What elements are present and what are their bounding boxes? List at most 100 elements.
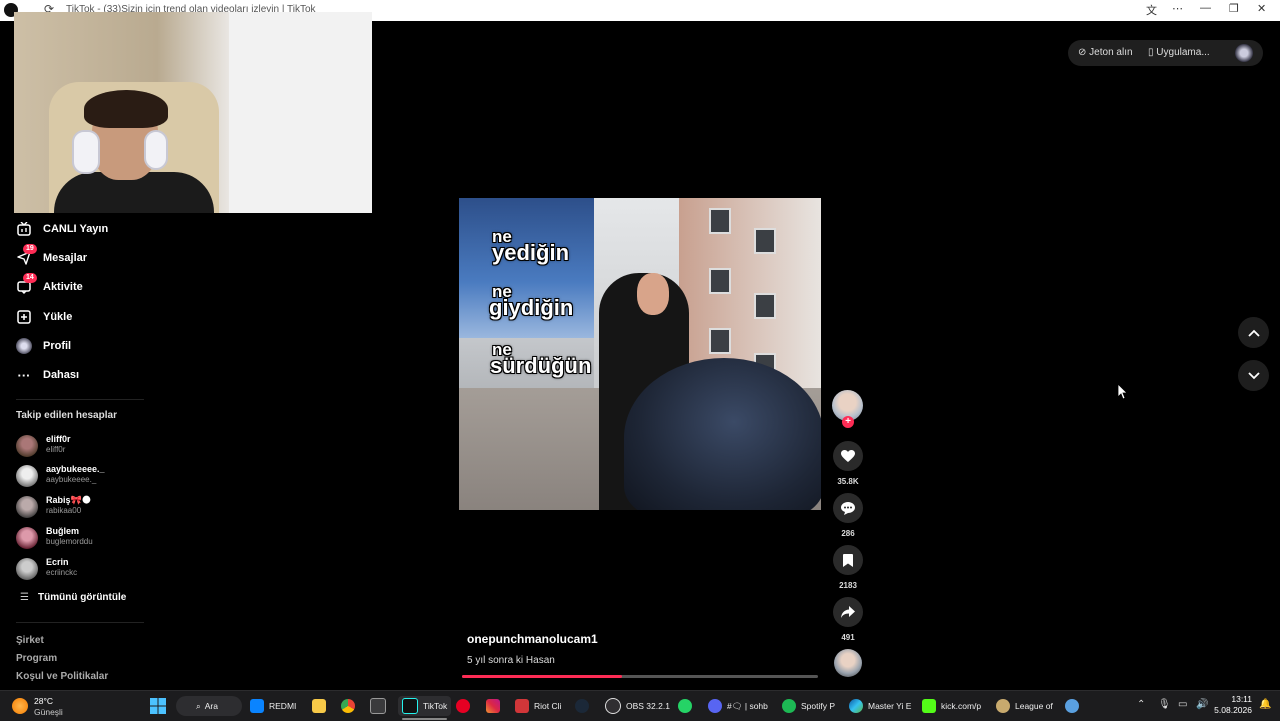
sidebar-item-profile[interactable]: Profil bbox=[16, 335, 71, 357]
phone-icon: ▯ bbox=[1148, 47, 1154, 58]
sun-icon bbox=[12, 698, 28, 714]
restore-icon[interactable]: ❐ bbox=[1229, 2, 1239, 15]
taskbar-app-edge[interactable]: Master Yi E bbox=[849, 696, 911, 716]
sidebar-divider bbox=[16, 399, 144, 400]
taskbar-app-tiktok[interactable]: TikTok bbox=[398, 696, 452, 720]
video-player[interactable]: ne yediğin ne giydiğin ne sürdüğün bbox=[459, 198, 821, 510]
taskbar-app-redmi[interactable]: REDMI bbox=[250, 696, 296, 716]
pinterest-icon bbox=[456, 699, 470, 713]
avatar bbox=[16, 496, 38, 518]
avatar bbox=[16, 527, 38, 549]
taskbar-file-explorer[interactable] bbox=[312, 696, 331, 716]
comment-button[interactable] bbox=[833, 493, 863, 523]
sidebar-item-label: Mesajlar bbox=[43, 252, 88, 264]
get-app-label: Uygulama... bbox=[1156, 47, 1210, 58]
app-label: Riot Cli bbox=[534, 701, 562, 711]
see-all-link[interactable]: ☰ Tümünü görüntüle bbox=[20, 592, 126, 603]
microphone-icon[interactable]: 🎙 bbox=[1158, 699, 1171, 710]
following-account[interactable]: Rabiş🎀🌑 rabikaa00 bbox=[16, 494, 146, 522]
sidebar-item-upload[interactable]: Yükle bbox=[16, 306, 72, 328]
folder-icon bbox=[312, 699, 326, 713]
taskbar-instagram[interactable] bbox=[486, 696, 505, 716]
account-handle: eliff0r bbox=[46, 445, 66, 454]
video-author[interactable]: onepunchmanolucam1 bbox=[467, 632, 598, 646]
share-arrow-icon bbox=[841, 606, 855, 618]
following-account[interactable]: eliff0r eliff0r bbox=[16, 433, 146, 461]
app-label: Spotify P bbox=[801, 701, 836, 711]
taskbar-pinterest[interactable] bbox=[456, 696, 475, 716]
following-account[interactable]: Buğlem buglemorddu bbox=[16, 525, 146, 553]
volume-icon[interactable]: 🔊 bbox=[1196, 699, 1208, 710]
notification-bell-icon[interactable]: 🔔 bbox=[1259, 699, 1271, 710]
app-label: #🗨 | sohb bbox=[727, 700, 768, 711]
footer-link-company[interactable]: Şirket bbox=[16, 635, 44, 646]
avatar bbox=[16, 465, 38, 487]
taskbar-app-riot[interactable]: Riot Cli bbox=[515, 696, 561, 716]
search-label: Ara bbox=[204, 701, 218, 711]
user-avatar[interactable] bbox=[1235, 44, 1253, 62]
like-button[interactable] bbox=[833, 441, 863, 471]
league-icon bbox=[996, 699, 1010, 713]
taskbar-search[interactable]: ⌕ Ara bbox=[176, 696, 242, 716]
taskbar-store[interactable] bbox=[370, 696, 391, 716]
store-icon bbox=[370, 698, 386, 714]
get-app-button[interactable]: ▯ Uygulama... bbox=[1148, 47, 1210, 58]
taskbar-app-kick[interactable]: kick.com/p bbox=[922, 696, 981, 716]
video-caption: giydiğin bbox=[489, 295, 574, 320]
app-label: League of bbox=[1015, 701, 1053, 711]
taskbar-app-league[interactable]: League of bbox=[996, 696, 1053, 716]
taskbar-app-spotify[interactable]: Spotify P bbox=[782, 696, 835, 716]
avatar bbox=[16, 558, 38, 580]
app-label: REDMI bbox=[269, 701, 297, 711]
sidebar-item-more[interactable]: ··· Dahası bbox=[16, 364, 80, 386]
sidebar-item-messages[interactable]: 19 Mesajlar bbox=[16, 244, 88, 269]
follow-plus-icon[interactable]: + bbox=[842, 416, 854, 428]
app-label: TikTok bbox=[423, 701, 448, 711]
video-progress-bar[interactable] bbox=[462, 675, 818, 678]
share-button[interactable] bbox=[833, 597, 863, 627]
comment-icon bbox=[841, 501, 855, 515]
get-coins-button[interactable]: ⊘ Jeton alın bbox=[1078, 47, 1133, 58]
footer-link-terms[interactable]: Koşul ve Politikalar bbox=[16, 671, 108, 682]
next-video-button[interactable] bbox=[1238, 360, 1269, 391]
chevron-down-icon bbox=[1247, 371, 1260, 379]
app-label: kick.com/p bbox=[941, 701, 982, 711]
save-button[interactable] bbox=[833, 545, 863, 575]
coin-icon: ⊘ bbox=[1078, 47, 1087, 58]
account-handle: ecriinckc bbox=[46, 568, 78, 577]
menu-dots-icon[interactable]: ⋯ bbox=[1172, 2, 1183, 15]
sidebar-item-label: Aktivite bbox=[43, 281, 83, 293]
system-clock[interactable]: 13:11 5.08.2026 bbox=[1214, 694, 1252, 716]
previous-video-button[interactable] bbox=[1238, 317, 1269, 348]
taskbar-extra-app[interactable] bbox=[1065, 696, 1084, 716]
footer-link-program[interactable]: Program bbox=[16, 653, 57, 664]
taskbar-app-discord[interactable]: #🗨 | sohb bbox=[708, 696, 768, 716]
network-icon[interactable]: ▭ bbox=[1178, 699, 1187, 710]
clock-date: 5.08.2026 bbox=[1214, 705, 1252, 715]
tray-chevron-up-icon[interactable]: ⌃ bbox=[1137, 699, 1145, 710]
sidebar-item-live[interactable]: CANLI Yayın bbox=[16, 218, 108, 240]
video-progress-fill bbox=[462, 675, 623, 678]
following-account[interactable]: aaybukeeee._ aaybukeeee._ bbox=[16, 463, 146, 491]
weather-desc: Güneşli bbox=[34, 707, 63, 717]
search-icon: ⌕ bbox=[196, 700, 201, 711]
close-icon[interactable]: ✕ bbox=[1257, 2, 1266, 15]
minimize-icon[interactable]: — bbox=[1200, 2, 1211, 14]
taskbar-steam[interactable] bbox=[575, 696, 594, 716]
translate-icon[interactable]: 文 bbox=[1146, 2, 1157, 18]
windows-logo-icon bbox=[150, 698, 166, 714]
save-count: 2183 bbox=[839, 581, 857, 590]
taskbar-whatsapp[interactable] bbox=[678, 696, 697, 716]
taskbar-app-obs[interactable]: OBS 32.2.1 bbox=[605, 696, 670, 716]
sidebar-item-label: Dahası bbox=[43, 369, 80, 381]
music-disc-icon[interactable] bbox=[834, 649, 862, 677]
start-button[interactable] bbox=[150, 696, 166, 716]
sidebar-item-label: Yükle bbox=[43, 311, 73, 323]
following-account[interactable]: Ecrin ecriinckc bbox=[16, 556, 146, 584]
video-caption: sürdüğün bbox=[490, 353, 592, 378]
sidebar-item-activity[interactable]: 14 Aktivite bbox=[16, 273, 83, 298]
taskbar-chrome[interactable] bbox=[341, 696, 360, 716]
upload-plus-icon bbox=[16, 309, 32, 325]
kick-icon bbox=[922, 699, 936, 713]
account-handle: aaybukeeee._ bbox=[46, 475, 97, 484]
